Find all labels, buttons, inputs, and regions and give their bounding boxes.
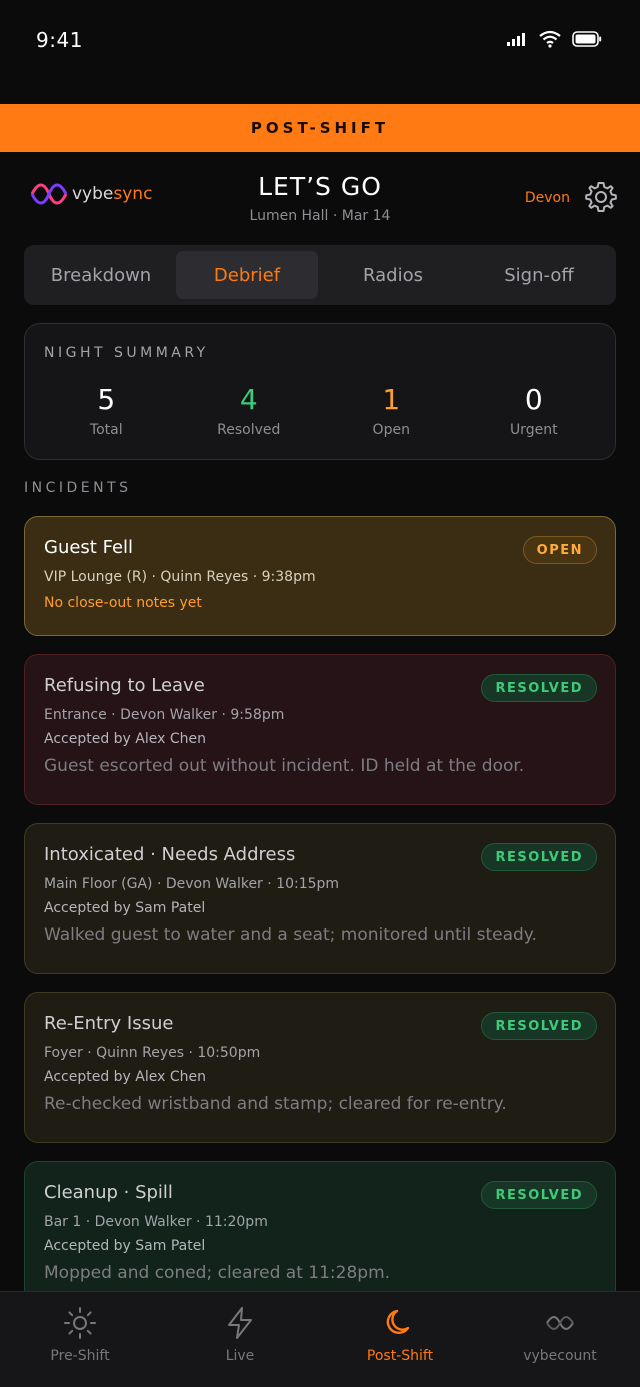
nav-live[interactable]: Live	[160, 1292, 320, 1387]
status-time: 9:41	[36, 28, 83, 52]
moon-icon	[386, 1309, 410, 1335]
summary-stats: 5 Total 4 Resolved 1 Open 0 Urgent	[35, 382, 605, 438]
incident-accepted-by: Accepted by Alex Chen	[44, 731, 206, 747]
incident-note: Guest escorted out without incident. ID …	[44, 756, 525, 776]
incident-list: Guest Fell OPEN VIP Lounge (R) · Quinn R…	[24, 516, 616, 1291]
incident-warning: No close-out notes yet	[44, 595, 202, 611]
incident-card[interactable]: Re-Entry Issue RESOLVED Foyer · Quinn Re…	[24, 992, 616, 1143]
banner-label: POST-SHIFT	[250, 119, 390, 137]
status-badge: RESOLVED	[481, 843, 597, 871]
incident-accepted-by: Accepted by Alex Chen	[44, 1069, 206, 1085]
nav-vybecount[interactable]: vybecount	[480, 1292, 640, 1387]
cellular-signal-icon	[507, 33, 525, 46]
night-summary-card: NIGHT SUMMARY 5 Total 4 Resolved 1 Open …	[24, 323, 616, 460]
stat-resolved-value: 4	[239, 383, 258, 416]
sun-icon	[64, 1307, 96, 1339]
nav-post-shift[interactable]: Post-Shift	[320, 1292, 480, 1387]
incident-note: Mopped and coned; cleared at 11:28pm.	[44, 1263, 391, 1283]
battery-icon	[572, 31, 602, 47]
tab-radios[interactable]: Radios	[322, 251, 464, 299]
nav-label: Pre-Shift	[50, 1348, 110, 1364]
stat-open-label: Open	[372, 422, 410, 438]
tab-sign-off[interactable]: Sign-off	[468, 251, 610, 299]
stat-urgent-label: Urgent	[509, 422, 558, 438]
stat-open-value: 1	[382, 383, 401, 416]
incident-meta: Entrance · Devon Walker · 9:58pm	[44, 707, 285, 723]
incident-accepted-by: Accepted by Sam Patel	[44, 900, 206, 916]
incident-card[interactable]: Refusing to Leave RESOLVED Entrance · De…	[24, 654, 616, 805]
post-shift-banner: POST-SHIFT	[0, 104, 640, 152]
page-subtitle: Lumen Hall · Mar 14	[249, 208, 391, 224]
status-bar: 9:41	[0, 0, 640, 104]
status-badge: RESOLVED	[481, 674, 597, 702]
stat-total-value: 5	[97, 383, 116, 416]
lightning-icon	[228, 1307, 252, 1339]
nav-pre-shift[interactable]: Pre-Shift	[0, 1292, 160, 1387]
status-badge: OPEN	[522, 536, 597, 564]
tab-breakdown[interactable]: Breakdown	[30, 251, 172, 299]
nav-label: Post-Shift	[366, 1348, 434, 1364]
incident-title: Guest Fell	[44, 537, 134, 558]
incident-note: Walked guest to water and a seat; monito…	[44, 925, 537, 945]
gear-icon[interactable]	[584, 180, 618, 214]
bottom-nav: Pre-Shift Live Post-Shift vybecount	[0, 1291, 640, 1387]
incidents-section-label: INCIDENTS	[24, 480, 132, 496]
incident-card[interactable]: Intoxicated · Needs Address RESOLVED Mai…	[24, 823, 616, 974]
incident-note: Re-checked wristband and stamp; cleared …	[44, 1094, 507, 1114]
status-badge: RESOLVED	[481, 1012, 597, 1040]
status-icons	[506, 30, 602, 48]
user-name[interactable]: Devon	[525, 190, 570, 206]
incident-meta: Bar 1 · Devon Walker · 11:20pm	[44, 1214, 268, 1230]
stat-total-label: Total	[89, 422, 123, 438]
stat-urgent-value: 0	[524, 383, 543, 416]
stat-urgent: 0 Urgent	[463, 382, 606, 438]
nav-label: Live	[225, 1348, 255, 1364]
incident-meta: Foyer · Quinn Reyes · 10:50pm	[44, 1045, 261, 1061]
vybecount-logo-icon	[546, 1316, 574, 1330]
nav-label: vybecount	[523, 1348, 597, 1364]
stat-resolved: 4 Resolved	[178, 382, 321, 438]
header: vybesync LET’S GO Lumen Hall · Mar 14 De…	[0, 152, 640, 242]
stat-open: 1 Open	[320, 382, 463, 438]
incident-meta: VIP Lounge (R) · Quinn Reyes · 9:38pm	[44, 569, 316, 585]
incident-card[interactable]: Guest Fell OPEN VIP Lounge (R) · Quinn R…	[24, 516, 616, 636]
stat-resolved-label: Resolved	[217, 422, 281, 438]
incident-accepted-by: Accepted by Sam Patel	[44, 1238, 206, 1254]
night-summary-title: NIGHT SUMMARY	[44, 345, 209, 361]
incident-meta: Main Floor (GA) · Devon Walker · 10:15pm	[44, 876, 340, 892]
wifi-icon	[539, 30, 561, 48]
incident-card[interactable]: Cleanup · Spill RESOLVED Bar 1 · Devon W…	[24, 1161, 616, 1291]
stat-total: 5 Total	[35, 382, 178, 438]
status-badge: RESOLVED	[481, 1181, 597, 1209]
debrief-tabs: Breakdown Debrief Radios Sign-off	[24, 245, 616, 305]
tab-debrief[interactable]: Debrief	[176, 251, 318, 299]
